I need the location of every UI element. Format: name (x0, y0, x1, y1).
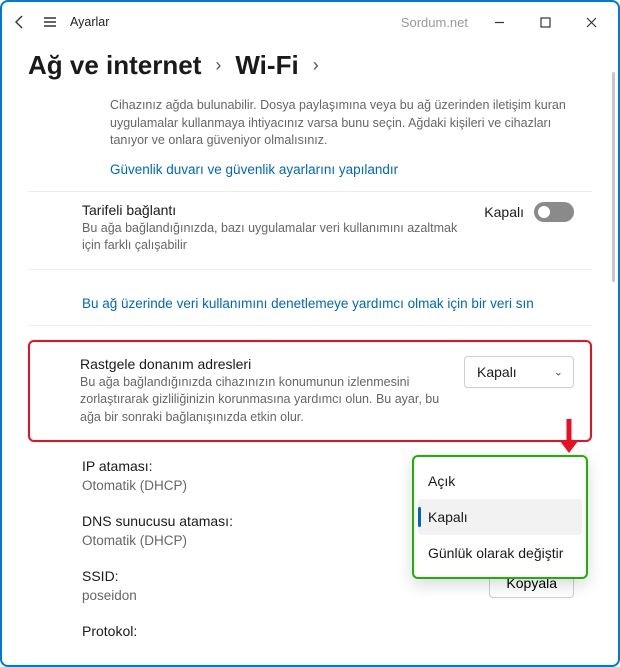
breadcrumb-level1[interactable]: Ağ ve internet (28, 50, 201, 81)
random-mac-section: Rastgele donanım adresleri Bu ağa bağlan… (28, 340, 592, 443)
content-area: Cihazınız ağda bulunabilir. Dosya paylaş… (2, 97, 618, 650)
chevron-right-icon: › (215, 55, 221, 76)
random-mac-selected: Kapalı (477, 364, 517, 380)
titlebar: Ayarlar Sordum.net (2, 2, 618, 42)
random-mac-dropdown-menu: Açık Kapalı Günlük olarak değiştir (412, 455, 588, 579)
red-arrow-annotation (558, 417, 580, 456)
maximize-button[interactable] (522, 6, 568, 38)
dropdown-option-daily[interactable]: Günlük olarak değiştir (414, 535, 586, 571)
protokol-row: Protokol: (28, 613, 592, 643)
dropdown-option-off[interactable]: Kapalı (418, 499, 582, 535)
metered-section: Tarifeli bağlantı Bu ağa bağlandığınızda… (28, 192, 592, 270)
firewall-link[interactable]: Güvenlik duvarı ve güvenlik ayarlarını y… (110, 162, 574, 177)
metered-title: Tarifeli bağlantı (82, 202, 468, 218)
metered-toggle-label: Kapalı (484, 204, 524, 220)
back-icon[interactable] (10, 14, 30, 30)
random-mac-desc: Bu ağa bağlandığınızda cihazınızın konum… (80, 374, 448, 427)
watermark: Sordum.net (401, 15, 468, 30)
chevron-right-icon: › (313, 55, 319, 76)
chevron-down-icon: ⌄ (554, 365, 563, 378)
minimize-button[interactable] (476, 6, 522, 38)
random-mac-dropdown[interactable]: Kapalı ⌄ (464, 356, 574, 388)
metered-desc: Bu ağa bağlandığınızda, bazı uygulamalar… (82, 220, 468, 255)
random-mac-title: Rastgele donanım adresleri (80, 356, 448, 372)
data-limit-link[interactable]: Bu ağ üzerinde veri kullanımını denetlem… (28, 282, 592, 326)
breadcrumb-level2[interactable]: Wi-Fi (235, 50, 298, 81)
protokol-label: Protokol: (82, 623, 574, 639)
close-button[interactable] (568, 6, 614, 38)
dropdown-option-on[interactable]: Açık (414, 463, 586, 499)
discoverability-section: Cihazınız ağda bulunabilir. Dosya paylaş… (28, 97, 592, 192)
metered-toggle[interactable] (534, 202, 574, 222)
ssid-value: poseidon (82, 588, 489, 603)
hamburger-icon[interactable] (40, 14, 60, 30)
discoverability-desc: Cihazınız ağda bulunabilir. Dosya paylaş… (110, 97, 574, 150)
scrollbar[interactable] (612, 72, 615, 282)
app-label: Ayarlar (70, 15, 109, 29)
breadcrumb: Ağ ve internet › Wi-Fi › (2, 42, 618, 97)
